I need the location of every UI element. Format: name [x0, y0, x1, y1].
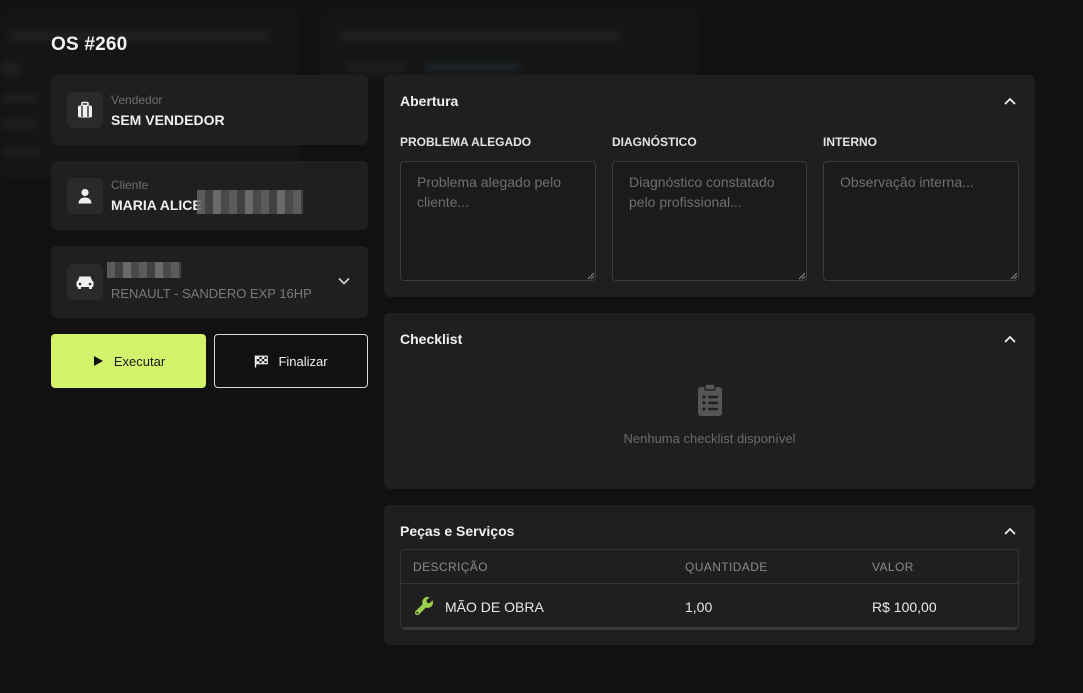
checklist-panel: Checklist Nenhuma checklist disponível — [384, 313, 1035, 489]
diagnosis-label: DIAGNÓSTICO — [612, 135, 697, 149]
column-header-quantity: QUANTIDADE — [685, 560, 768, 574]
car-icon — [67, 264, 103, 300]
screen: OS #260 Vendedor SEM VENDEDOR Cliente MA… — [0, 0, 1083, 693]
play-icon — [93, 356, 103, 366]
row-quantity: 1,00 — [685, 599, 713, 615]
abertura-panel: Abertura PROBLEMA ALEGADO DIAGNÓSTICO IN… — [384, 75, 1035, 297]
items-title: Peças e Serviços — [400, 523, 515, 539]
redacted-surname — [197, 190, 303, 214]
chevron-up-icon[interactable] — [1003, 94, 1017, 108]
header-divider — [401, 583, 1018, 584]
execute-label: Executar — [113, 353, 166, 369]
finish-button[interactable]: Finalizar — [214, 334, 368, 388]
seller-label: Vendedor — [111, 93, 163, 107]
vehicle-card[interactable]: RENAULT - SANDERO EXP 16HP — [51, 246, 368, 318]
client-name: MARIA ALICE — [111, 197, 202, 213]
user-icon — [67, 178, 103, 214]
seller-card[interactable]: Vendedor SEM VENDEDOR — [51, 75, 368, 145]
client-label: Cliente — [111, 178, 149, 192]
items-table: DESCRIÇÃO QUANTIDADE VALOR MÃO DE OBRA 1… — [400, 549, 1019, 630]
checkered-flag-icon — [255, 355, 269, 367]
vehicle-model: RENAULT - SANDERO EXP 16HP — [111, 286, 312, 301]
chevron-down-icon[interactable] — [336, 273, 352, 289]
chevron-up-icon[interactable] — [1003, 332, 1017, 346]
column-header-description: DESCRIÇÃO — [413, 560, 488, 574]
column-header-value: VALOR — [872, 560, 914, 574]
finish-label: Finalizar — [278, 353, 328, 369]
wrench-icon — [414, 596, 433, 616]
checklist-empty-text: Nenhuma checklist disponível — [623, 431, 796, 446]
internal-label: INTERNO — [823, 135, 877, 149]
problem-label: PROBLEMA ALEGADO — [400, 135, 532, 149]
client-card[interactable]: Cliente MARIA ALICE — [51, 161, 368, 230]
row-description: MÃO DE OBRA — [445, 599, 544, 615]
resize-grip-icon[interactable] — [1010, 272, 1018, 280]
resize-grip-icon[interactable] — [587, 272, 595, 280]
page-title: OS #260 — [51, 34, 128, 55]
items-panel: Peças e Serviços DESCRIÇÃO QUANTIDADE VA… — [384, 505, 1035, 645]
checklist-title: Checklist — [400, 331, 463, 347]
chevron-up-icon[interactable] — [1003, 524, 1017, 538]
clipboard-list-icon — [698, 383, 722, 416]
diagnosis-textarea[interactable] — [612, 161, 807, 281]
abertura-title: Abertura — [400, 93, 459, 109]
resize-grip-icon[interactable] — [798, 272, 806, 280]
internal-textarea[interactable] — [823, 161, 1019, 281]
seller-value: SEM VENDEDOR — [111, 112, 225, 128]
row-divider — [401, 627, 1018, 629]
briefcase-icon — [67, 92, 103, 128]
redacted-plate — [107, 262, 181, 278]
execute-button[interactable]: Executar — [51, 334, 206, 388]
problem-textarea[interactable] — [400, 161, 596, 281]
row-value: R$ 100,00 — [872, 599, 937, 615]
